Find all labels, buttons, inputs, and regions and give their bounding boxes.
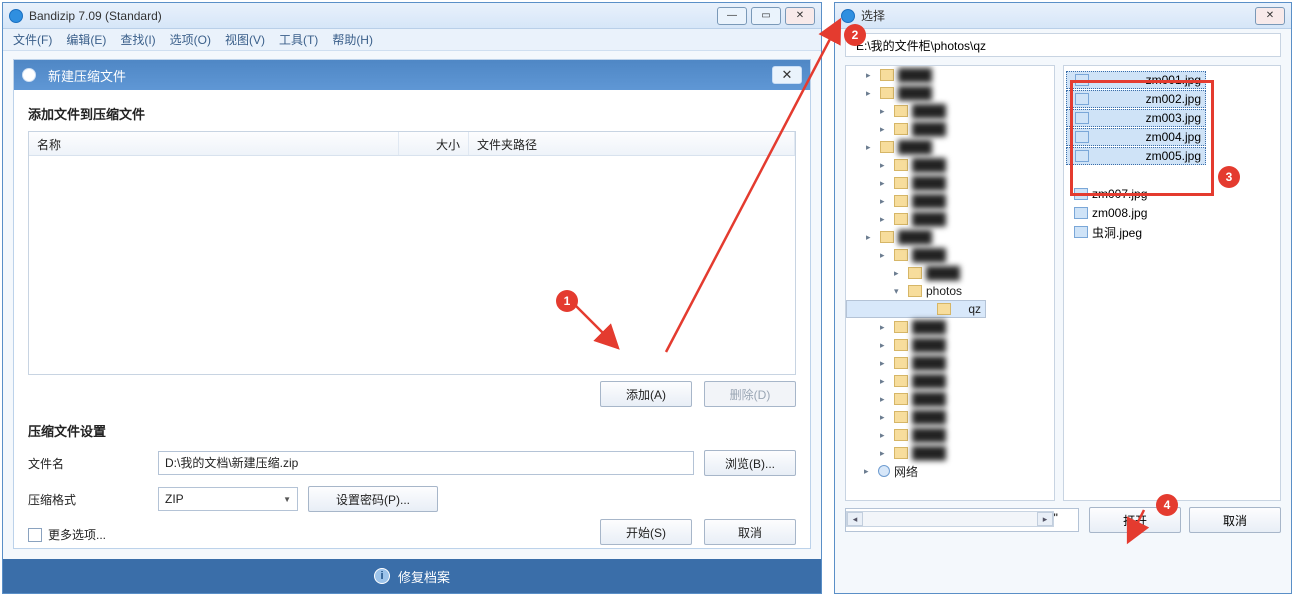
picker-close-button[interactable]: ✕	[1255, 7, 1285, 25]
new-archive-panel: 新建压缩文件 ✕ 添加文件到压缩文件 名称 大小 文件夹路径 添加(A) 删除(…	[13, 59, 811, 549]
col-name[interactable]: 名称	[29, 132, 399, 155]
annotation-dot-2: 2	[844, 24, 866, 46]
menu-tools[interactable]: 工具(T)	[279, 31, 318, 48]
tree-row-blurred[interactable]: ▸████	[846, 138, 1054, 156]
annotation-dot-1: 1	[556, 290, 578, 312]
tree-row-blurred[interactable]: ▸████	[846, 354, 1054, 372]
menu-bar: 文件(F) 编辑(E) 查找(I) 选项(O) 视图(V) 工具(T) 帮助(H…	[3, 29, 821, 51]
picker-icon	[841, 9, 855, 23]
tree-row-blurred[interactable]: ▸████	[846, 246, 1054, 264]
panel-icon	[22, 68, 36, 82]
status-bar[interactable]: i 修复档案	[3, 559, 821, 593]
menu-file[interactable]: 文件(F)	[13, 31, 52, 48]
minimize-button[interactable]: —	[717, 7, 747, 25]
tree-row-blurred[interactable]: ▸████	[846, 84, 1054, 102]
set-password-button[interactable]: 设置密码(P)...	[308, 486, 438, 512]
format-label: 压缩格式	[28, 491, 148, 508]
cancel-button[interactable]: 取消	[704, 519, 796, 545]
bandizip-icon	[9, 9, 23, 23]
format-select[interactable]: ZIP ▼	[158, 487, 298, 511]
filename-input[interactable]: D:\我的文档\新建压缩.zip	[158, 451, 694, 475]
file-item[interactable]: zm008.jpg	[1066, 204, 1278, 222]
tree-row-blurred[interactable]: ▸████	[846, 426, 1054, 444]
more-options-checkbox[interactable]	[28, 528, 42, 542]
file-picker-window: 选择 ✕ E:\我的文件柜\photos\qz ▸████▸████▸████▸…	[834, 2, 1292, 594]
menu-find[interactable]: 查找(I)	[120, 31, 155, 48]
panel-close-button[interactable]: ✕	[772, 66, 802, 84]
tree-horizontal-scrollbar[interactable]: ◂ ▸	[846, 511, 1054, 527]
file-item[interactable]: 虫洞.jpeg	[1066, 223, 1278, 241]
tree-row-blurred[interactable]: ▸████	[846, 228, 1054, 246]
menu-edit[interactable]: 编辑(E)	[66, 31, 106, 48]
add-button[interactable]: 添加(A)	[600, 381, 692, 407]
format-value: ZIP	[165, 492, 184, 506]
picker-cancel-button[interactable]: 取消	[1189, 507, 1281, 533]
tree-row-blurred[interactable]: ▸████	[846, 210, 1054, 228]
scroll-right-icon[interactable]: ▸	[1037, 512, 1053, 526]
image-file-icon	[1074, 226, 1088, 238]
tree-item-qz[interactable]: qz	[846, 300, 986, 318]
scroll-left-icon[interactable]: ◂	[847, 512, 863, 526]
window-title: Bandizip 7.09 (Standard)	[29, 9, 162, 23]
tree-row-blurred[interactable]: ▸████	[846, 372, 1054, 390]
folder-tree[interactable]: ▸████▸████▸████▸████▸████▸████▸████▸████…	[845, 65, 1055, 501]
tree-label-photos: photos	[926, 284, 962, 298]
tree-row-blurred[interactable]: ▸████	[846, 156, 1054, 174]
bandizip-window: Bandizip 7.09 (Standard) — ▭ ✕ 文件(F) 编辑(…	[2, 2, 822, 594]
tree-row-blurred[interactable]: ▸████	[846, 336, 1054, 354]
menu-help[interactable]: 帮助(H)	[332, 31, 373, 48]
start-button[interactable]: 开始(S)	[600, 519, 692, 545]
add-files-heading: 添加文件到压缩文件	[28, 104, 796, 123]
menu-view[interactable]: 视图(V)	[225, 31, 265, 48]
file-name-label: zm008.jpg	[1092, 206, 1147, 220]
tree-row-blurred[interactable]: ▸████	[846, 318, 1054, 336]
tree-row-blurred[interactable]: ▸████	[846, 390, 1054, 408]
settings-heading: 压缩文件设置	[28, 421, 796, 440]
chevron-down-icon: ▼	[283, 495, 291, 504]
tree-item-network[interactable]: ▸网络	[846, 462, 1054, 480]
tree-row-blurred[interactable]: ▸████	[846, 264, 1054, 282]
image-file-icon	[1074, 207, 1088, 219]
tree-row-blurred[interactable]: ▸████	[846, 66, 1054, 84]
tree-row-blurred[interactable]: ▸████	[846, 444, 1054, 462]
annotation-box-3	[1070, 80, 1214, 196]
panel-title: 新建压缩文件	[48, 66, 126, 85]
annotation-dot-4: 4	[1156, 494, 1178, 516]
path-bar[interactable]: E:\我的文件柜\photos\qz	[845, 33, 1281, 57]
tree-row-blurred[interactable]: ▸████	[846, 102, 1054, 120]
close-button[interactable]: ✕	[785, 7, 815, 25]
file-list-header: 名称 大小 文件夹路径	[29, 132, 795, 156]
statusbar-text: 修复档案	[398, 567, 450, 586]
maximize-button[interactable]: ▭	[751, 7, 781, 25]
col-path[interactable]: 文件夹路径	[469, 132, 795, 155]
title-bar[interactable]: Bandizip 7.09 (Standard) — ▭ ✕	[3, 3, 821, 29]
menu-options[interactable]: 选项(O)	[170, 31, 211, 48]
file-name-label: 虫洞.jpeg	[1092, 224, 1142, 241]
panel-title-bar: 新建压缩文件 ✕	[14, 60, 810, 90]
tree-item-photos[interactable]: ▾photos	[846, 282, 1054, 300]
tree-row-blurred[interactable]: ▸████	[846, 192, 1054, 210]
info-icon: i	[374, 568, 390, 584]
tree-row-blurred[interactable]: ▸████	[846, 174, 1054, 192]
tree-row-blurred[interactable]: ▸████	[846, 408, 1054, 426]
col-size[interactable]: 大小	[399, 132, 469, 155]
more-options-label: 更多选项...	[48, 526, 106, 543]
picker-title-bar[interactable]: 选择 ✕	[835, 3, 1291, 29]
tree-label-qz: qz	[968, 302, 981, 316]
file-list: 名称 大小 文件夹路径	[28, 131, 796, 375]
filename-label: 文件名	[28, 455, 148, 472]
annotation-dot-3: 3	[1218, 166, 1240, 188]
browse-button[interactable]: 浏览(B)...	[704, 450, 796, 476]
tree-row-blurred[interactable]: ▸████	[846, 120, 1054, 138]
delete-button[interactable]: 删除(D)	[704, 381, 796, 407]
picker-title: 选择	[861, 7, 885, 24]
